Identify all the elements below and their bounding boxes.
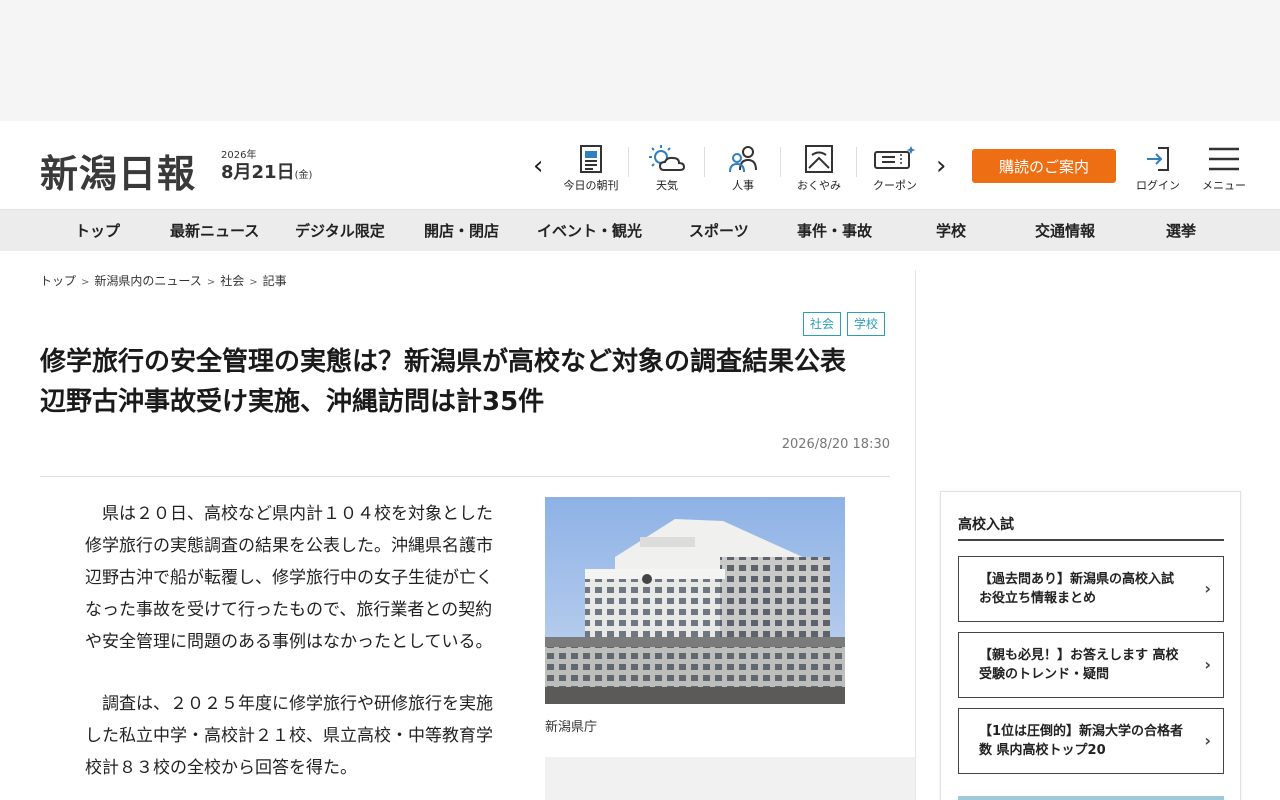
title-divider (40, 476, 890, 477)
site-header: 新潟日報 2026年 8月21日(金) ‹ 今日の朝刊 天気 人事 おくやみ ク… (0, 121, 1280, 209)
nav-digital-exclusive[interactable]: デジタル限定 (295, 210, 385, 252)
weather-icon (629, 143, 705, 175)
article-date: 2026/8/20 18:30 (781, 437, 890, 452)
sidebar-high-school-exam: 高校入試 【過去問あり】新潟県の高校入試 お役立ち情報まとめ › 【親も必見！】… (940, 491, 1241, 800)
breadcrumb-top[interactable]: トップ (40, 274, 76, 288)
ad-placeholder (545, 757, 915, 800)
chevron-right-icon: > (249, 277, 258, 288)
quicklinks-next-arrow-icon[interactable]: › (936, 151, 946, 181)
issue-date: 2026年 8月21日(金) (221, 150, 312, 187)
nav-traffic[interactable]: 交通情報 (1035, 210, 1095, 252)
sidebar-link[interactable]: 【1位は圧倒的】新潟大学の合格者数 県内高校トップ20 › (958, 708, 1224, 774)
issue-year: 2026年 (221, 150, 257, 161)
article-tags: 社会 学校 (802, 312, 885, 336)
issue-weekday: (金) (294, 170, 313, 181)
nav-latest-news[interactable]: 最新ニュース (170, 210, 259, 252)
tag-society[interactable]: 社会 (802, 312, 841, 336)
quicklink-personnel[interactable]: 人事 (705, 143, 781, 195)
condolence-icon (781, 143, 857, 175)
quicklink-condolence[interactable]: おくやみ (781, 143, 857, 195)
ad-banner-area (0, 0, 1280, 121)
breadcrumb-current: 記事 (262, 274, 287, 288)
site-logo[interactable]: 新潟日報 (40, 143, 196, 198)
column-divider (915, 270, 916, 800)
sidebar-title: 高校入試 (958, 517, 1014, 533)
chevron-right-icon: › (1204, 655, 1211, 674)
nav-elections[interactable]: 選挙 (1166, 210, 1196, 252)
breadcrumb-society[interactable]: 社会 (220, 274, 244, 288)
quicklink-morning-paper[interactable]: 今日の朝刊 (553, 143, 629, 195)
nav-events-tourism[interactable]: イベント・観光 (537, 210, 642, 252)
chevron-right-icon: > (81, 277, 90, 288)
article-title: 修学旅行の安全管理の実態は？新潟県が高校など対象の調査結果公表 辺野古沖事故受け… (40, 347, 873, 417)
article-paragraph: 県は２０日、高校など県内計１０４校を対象とした修学旅行の実態調査の結果を公表した… (85, 504, 493, 652)
newspaper-icon (553, 143, 629, 175)
article-body: 県は２０日、高校など県内計１０４校を対象とした修学旅行の実態調査の結果を公表した… (85, 498, 505, 800)
sidebar-link[interactable]: 【親も必見！】お答えします 高校受験のトレンド・疑問 › (958, 632, 1224, 698)
login-icon (1134, 143, 1182, 175)
photo-caption: 新潟県庁 (545, 720, 598, 735)
global-navigation: トップ 最新ニュース デジタル限定 開店・閉店 イベント・観光 スポーツ 事件・… (0, 209, 1280, 251)
breadcrumb: トップ > 新潟県内のニュース > 社会 > 記事 (40, 272, 287, 289)
article-paragraph: 調査は、２０２５年度に修学旅行や研修旅行を実施した私立中学・高校計２１校、県立高… (85, 694, 493, 778)
menu-button[interactable]: メニュー (1196, 143, 1252, 193)
subscribe-button[interactable]: 購読のご案内 (972, 149, 1116, 183)
nav-top[interactable]: トップ (75, 210, 120, 252)
tag-school[interactable]: 学校 (846, 312, 885, 336)
coupon-icon (857, 143, 933, 175)
chevron-right-icon: > (206, 277, 216, 288)
quicklink-coupon[interactable]: クーポン (857, 143, 933, 195)
hamburger-menu-icon (1196, 143, 1252, 175)
quicklink-weather[interactable]: 天気 (629, 143, 705, 195)
login-button[interactable]: ログイン (1134, 143, 1182, 193)
chevron-right-icon: › (1204, 579, 1211, 598)
issue-month-day: 8月21日 (221, 162, 295, 183)
nav-sports[interactable]: スポーツ (689, 210, 749, 252)
sidebar-banner-image[interactable] (958, 796, 1224, 800)
people-icon (705, 143, 781, 175)
nav-schools[interactable]: 学校 (936, 210, 966, 252)
sidebar-title-rule (958, 539, 1224, 541)
nav-store-open-close[interactable]: 開店・閉店 (424, 210, 499, 252)
article-photo[interactable] (545, 497, 845, 704)
quicklinks-prev-arrow-icon[interactable]: ‹ (533, 151, 543, 181)
chevron-right-icon: › (1204, 731, 1211, 750)
nav-incidents[interactable]: 事件・事故 (797, 210, 872, 252)
breadcrumb-niigata-news[interactable]: 新潟県内のニュース (94, 274, 201, 288)
sidebar-link[interactable]: 【過去問あり】新潟県の高校入試 お役立ち情報まとめ › (958, 556, 1224, 622)
